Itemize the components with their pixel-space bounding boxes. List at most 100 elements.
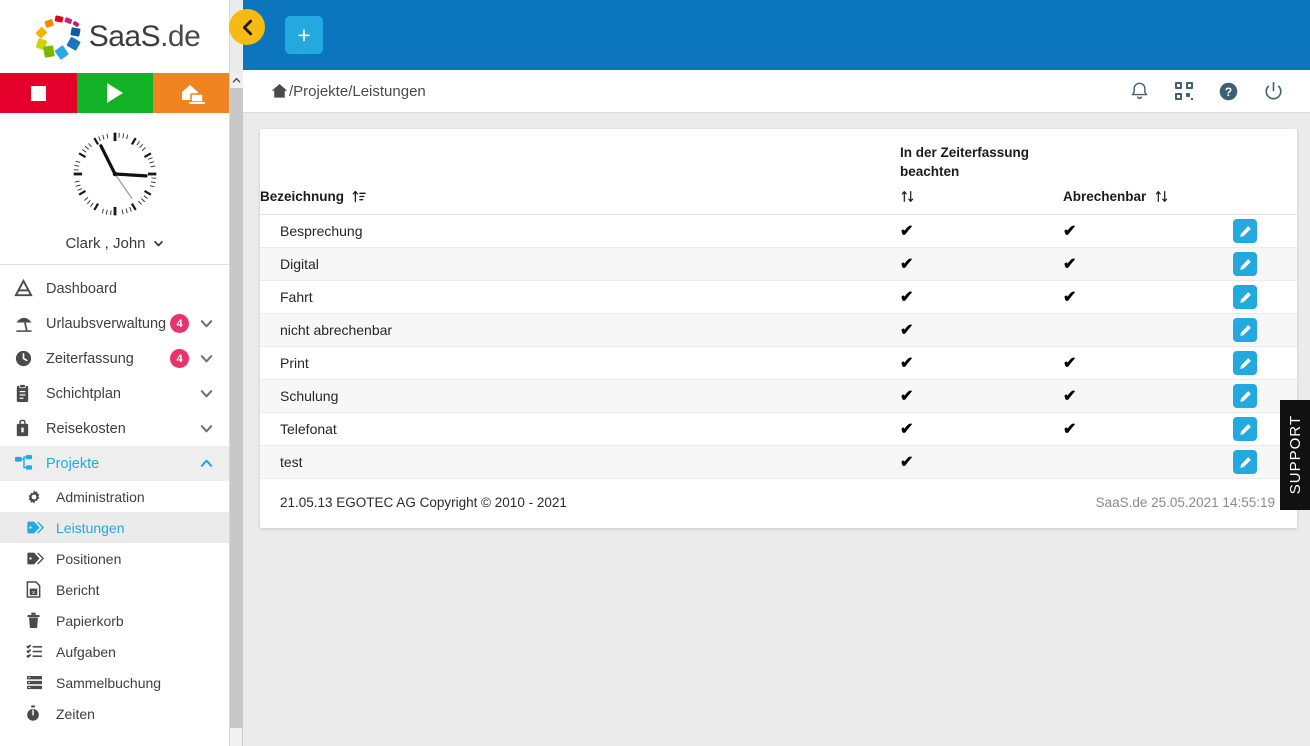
svg-text:x: x (32, 590, 35, 596)
column-label: In der Zeiterfassung beachten (900, 145, 1030, 180)
main-content: Bezeichnung In der Zeiterfassung beachte… (243, 113, 1310, 746)
back-button[interactable] (229, 9, 265, 45)
sort-updown-icon[interactable] (1154, 189, 1169, 204)
sidebar-item-dashboard[interactable]: Dashboard (0, 271, 229, 306)
column-header-zeiterfassung[interactable]: In der Zeiterfassung beachten (900, 129, 1063, 216)
breadcrumb[interactable]: /Projekte/Leistungen (271, 83, 426, 100)
check-icon: ✔ (900, 421, 914, 439)
table-row[interactable]: Print ✔ ✔ (260, 346, 1297, 381)
sidebar-item-label: Zeiterfassung (46, 350, 134, 367)
column-label: Bezeichnung (260, 189, 345, 205)
cell-bezeichnung: nicht abrechenbar (260, 313, 900, 348)
briefcase-icon (14, 419, 40, 438)
column-label: Abrechenbar (1063, 189, 1147, 205)
chevron-down-icon[interactable] (199, 316, 214, 331)
homeoffice-button[interactable] (153, 73, 229, 113)
notifications-icon[interactable] (1129, 81, 1150, 102)
sidebar-item-administration[interactable]: Administration (0, 481, 229, 512)
chevron-up-icon[interactable] (199, 456, 214, 471)
excel-file-icon: x (26, 581, 50, 598)
column-header-abrechenbar[interactable]: Abrechenbar (1063, 129, 1233, 216)
cell-zeiterfassung: ✔ (900, 214, 1063, 249)
sort-alpha-asc-icon[interactable] (352, 189, 367, 204)
column-header-actions (1233, 129, 1297, 216)
edit-button[interactable] (1233, 219, 1257, 244)
edit-button[interactable] (1233, 285, 1257, 310)
check-icon: ✔ (900, 223, 914, 241)
chevron-down-icon[interactable] (199, 351, 214, 366)
table-body: Besprechung ✔ ✔ Digital ✔ ✔ Fahrt ✔ ✔ nicht abrec… (260, 214, 1297, 480)
sidebar-item-zeiterfassung[interactable]: Zeiterfassung 4 (0, 341, 229, 376)
edit-button[interactable] (1233, 417, 1257, 442)
check-icon: ✔ (1063, 355, 1077, 373)
cell-bezeichnung: Besprechung (260, 214, 900, 249)
scroll-up-icon[interactable] (230, 73, 243, 88)
cell-abrechenbar: ✔ (1063, 214, 1233, 249)
sidebar-item-label: Administration (56, 488, 145, 505)
breadcrumb-path: /Projekte/Leistungen (289, 82, 426, 100)
home-icon[interactable] (271, 83, 288, 99)
cell-actions (1233, 346, 1297, 381)
analog-clock (68, 127, 162, 221)
sidebar-item-projekte[interactable]: Projekte (0, 446, 229, 481)
sidebar-item-label: Papierkorb (56, 612, 124, 629)
edit-button[interactable] (1233, 252, 1257, 277)
chevron-down-icon[interactable] (199, 386, 214, 401)
add-button[interactable]: + (285, 16, 323, 54)
logo[interactable]: SaaS.de (0, 0, 229, 73)
quick-action-bar (0, 73, 229, 113)
help-icon[interactable]: ? (1218, 81, 1239, 102)
table-row[interactable]: test ✔ (260, 445, 1297, 480)
sidebar-item-reisekosten[interactable]: Reisekosten (0, 411, 229, 446)
sidebar-item-papierkorb[interactable]: Papierkorb (0, 605, 229, 636)
column-header-bezeichnung[interactable]: Bezeichnung (260, 129, 900, 216)
edit-button[interactable] (1233, 318, 1257, 343)
support-tab[interactable]: SUPPORT (1280, 400, 1310, 510)
sidebar-item-label: Dashboard (46, 280, 117, 297)
table-row[interactable]: Fahrt ✔ ✔ (260, 280, 1297, 315)
power-icon[interactable] (1263, 81, 1284, 102)
table-row[interactable]: nicht abrechenbar ✔ (260, 313, 1297, 348)
table-row[interactable]: Digital ✔ ✔ (260, 247, 1297, 282)
stop-button[interactable] (0, 73, 77, 113)
cell-bezeichnung: Telefonat (260, 412, 900, 447)
edit-icon (1239, 258, 1251, 270)
sidebar: SaaS.de Clark , John Dashboard Urlaubsve… (0, 0, 230, 746)
sidebar-item-sammelbuchung[interactable]: Sammelbuchung (0, 667, 229, 698)
dashboard-icon (14, 279, 40, 298)
sidebar-item-schichtplan[interactable]: Schichtplan (0, 376, 229, 411)
stopwatch-icon (26, 705, 50, 722)
beach-umbrella-icon (14, 314, 40, 333)
sidebar-item-label: Aufgaben (56, 643, 116, 660)
play-button[interactable] (76, 73, 154, 113)
apps-grid-icon[interactable] (1174, 81, 1194, 101)
check-icon: ✔ (900, 322, 914, 340)
sidebar-item-label: Bericht (56, 581, 100, 598)
edit-icon (1239, 390, 1251, 402)
edit-button[interactable] (1233, 351, 1257, 376)
sidebar-scrollbar[interactable] (230, 73, 243, 746)
sidebar-item-positionen[interactable]: Positionen (0, 543, 229, 574)
scrollbar-thumb[interactable] (230, 88, 243, 728)
sort-updown-icon[interactable] (900, 189, 915, 204)
sidebar-item-urlaubsverwaltung[interactable]: Urlaubsverwaltung 4 (0, 306, 229, 341)
table-header: Bezeichnung In der Zeiterfassung beachte… (260, 129, 1297, 216)
sidebar-item-aufgaben[interactable]: Aufgaben (0, 636, 229, 667)
sidebar-item-leistungen[interactable]: Leistungen (0, 512, 229, 543)
cell-zeiterfassung: ✔ (900, 346, 1063, 381)
edit-button[interactable] (1233, 384, 1257, 409)
table-row[interactable]: Besprechung ✔ ✔ (260, 214, 1297, 249)
card-footer: 21.05.13 EGOTEC AG Copyright © 2010 - 20… (260, 479, 1297, 528)
user-name: Clark , John (65, 235, 146, 252)
user-menu[interactable]: Clark , John (65, 235, 163, 252)
sidebar-item-zeiten[interactable]: Zeiten (0, 698, 229, 729)
table-row[interactable]: Telefonat ✔ ✔ (260, 412, 1297, 447)
sidebar-item-label: Zeiten (56, 705, 95, 722)
edit-button[interactable] (1233, 450, 1257, 475)
table-row[interactable]: Schulung ✔ ✔ (260, 379, 1297, 414)
sidebar-item-bericht[interactable]: x Bericht (0, 574, 229, 605)
check-icon: ✔ (1063, 223, 1077, 241)
chevron-down-icon[interactable] (199, 421, 214, 436)
edit-icon (1239, 324, 1251, 336)
task-list-icon (26, 644, 50, 659)
